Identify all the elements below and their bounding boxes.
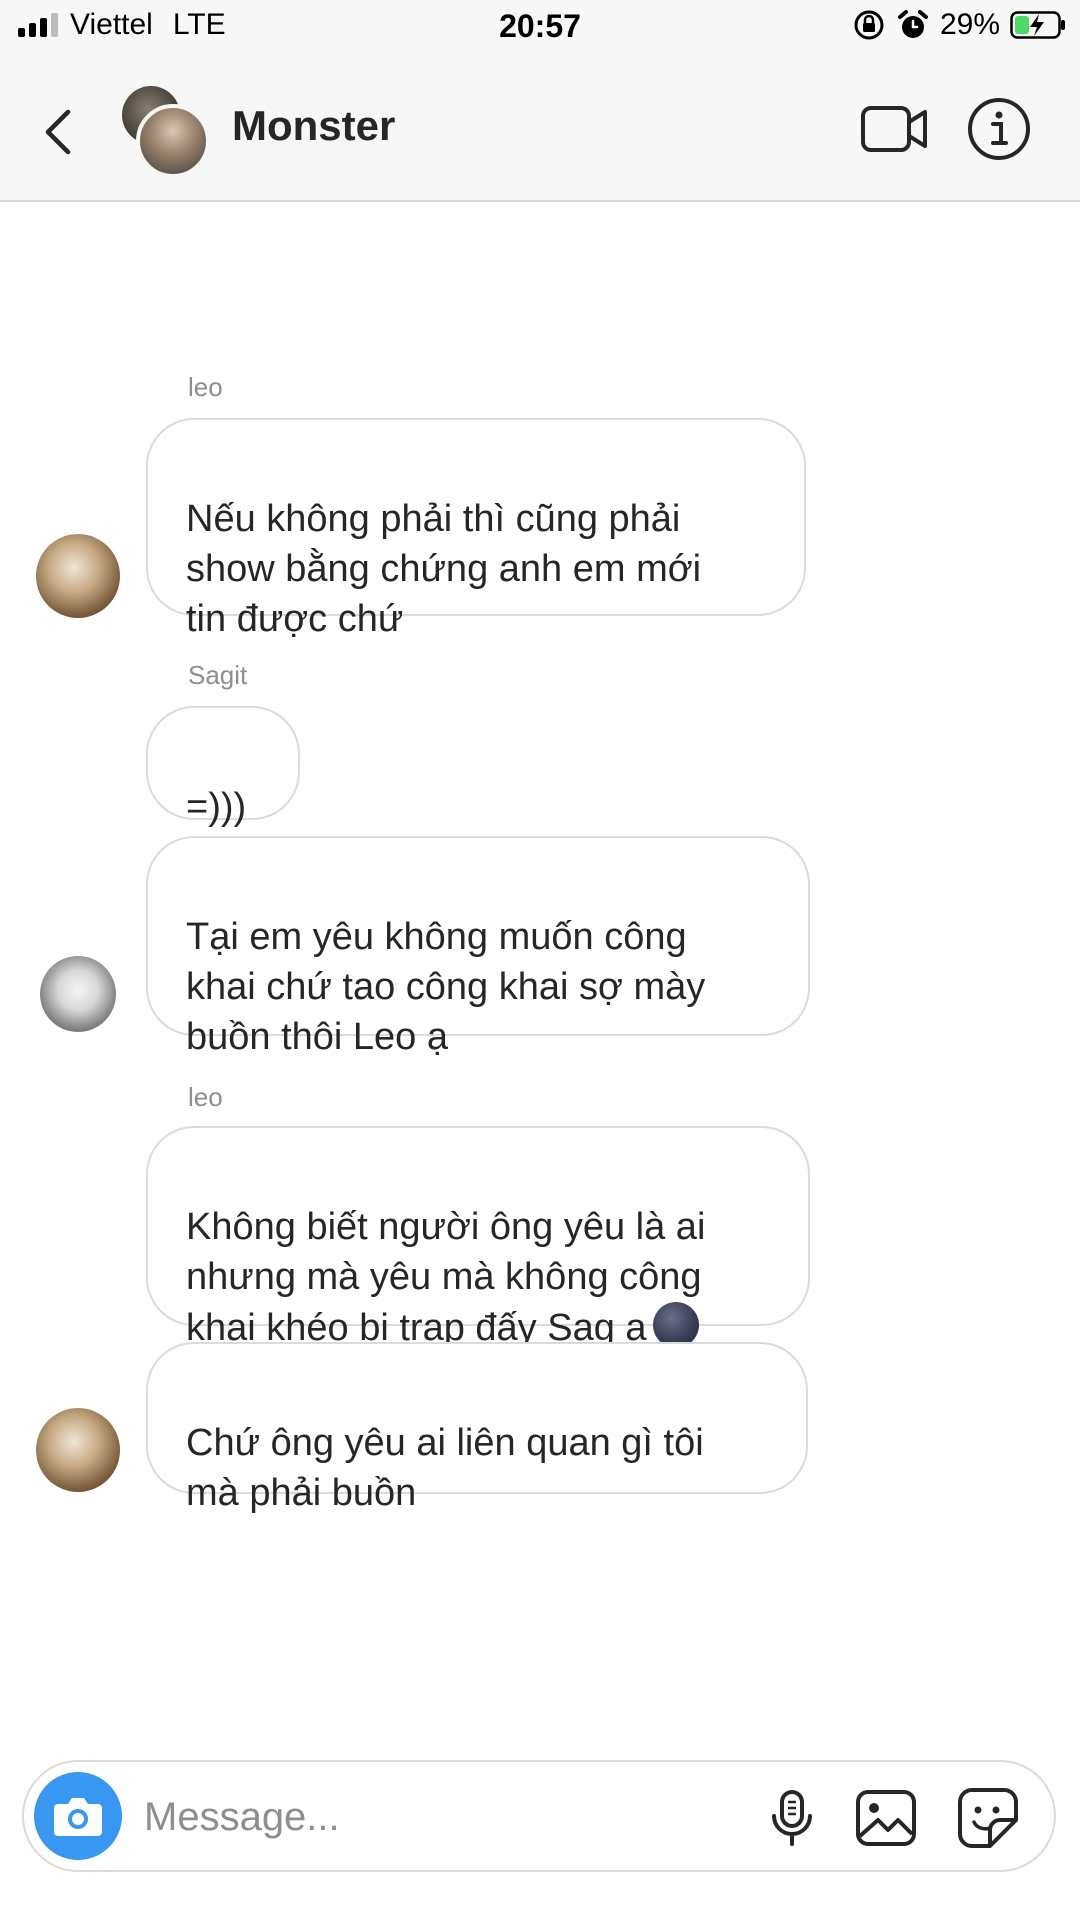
message-text: Nếu không phải thì cũng phải show bằng c…: [186, 498, 702, 640]
message-text: =))): [186, 786, 247, 828]
back-chevron-icon[interactable]: [36, 100, 80, 164]
sender-name: leo: [188, 372, 223, 402]
group-avatar-front: [136, 104, 210, 178]
status-bar: Viettel LTE 20:57 29%: [0, 0, 1080, 60]
sender-avatar-leo[interactable]: [36, 1408, 120, 1492]
sticker-icon[interactable]: [956, 1786, 1020, 1850]
sender-name: leo: [188, 1082, 223, 1112]
sender-avatar-sagit[interactable]: [40, 956, 116, 1032]
message-text: Tại em yêu không muốn công khai chứ tao …: [186, 916, 706, 1058]
message-text: Không biết người ông yêu là ai nhưng mà …: [186, 1206, 706, 1349]
group-avatar[interactable]: [122, 86, 210, 178]
orientation-lock-icon: [854, 10, 884, 40]
alarm-icon: [897, 10, 928, 38]
video-call-icon[interactable]: [860, 98, 928, 160]
message-composer: [22, 1760, 1056, 1872]
camera-button[interactable]: [34, 1772, 122, 1860]
info-icon[interactable]: [966, 96, 1032, 162]
message-bubble[interactable]: Tại em yêu không muốn công khai chứ tao …: [146, 836, 810, 1058]
camera-icon: [54, 1798, 102, 1836]
battery-charging-icon: [1010, 11, 1065, 39]
status-right: 29%: [852, 8, 1066, 42]
battery-percent: 29%: [939, 8, 1000, 41]
message-input[interactable]: [142, 1786, 746, 1848]
message-bubble[interactable]: Chứ ông yêu ai liên quan gì tôi mà phải …: [146, 1342, 808, 1514]
sender-avatar-leo[interactable]: [36, 534, 120, 618]
message-bubble[interactable]: =))): [146, 706, 300, 828]
chat-header: Monster: [0, 60, 1080, 202]
microphone-icon[interactable]: [760, 1786, 824, 1850]
chat-title[interactable]: Monster: [232, 102, 395, 150]
message-text: Chứ ông yêu ai liên quan gì tôi mà phải …: [186, 1422, 704, 1514]
gallery-icon[interactable]: [854, 1786, 918, 1850]
sender-name: Sagit: [188, 660, 248, 690]
message-bubble[interactable]: Nếu không phải thì cũng phải show bằng c…: [146, 418, 806, 640]
message-bubble[interactable]: Không biết người ông yêu là ai nhưng mà …: [146, 1126, 810, 1349]
message-thread: leo Nếu không phải thì cũng phải show bằ…: [0, 200, 1080, 1760]
